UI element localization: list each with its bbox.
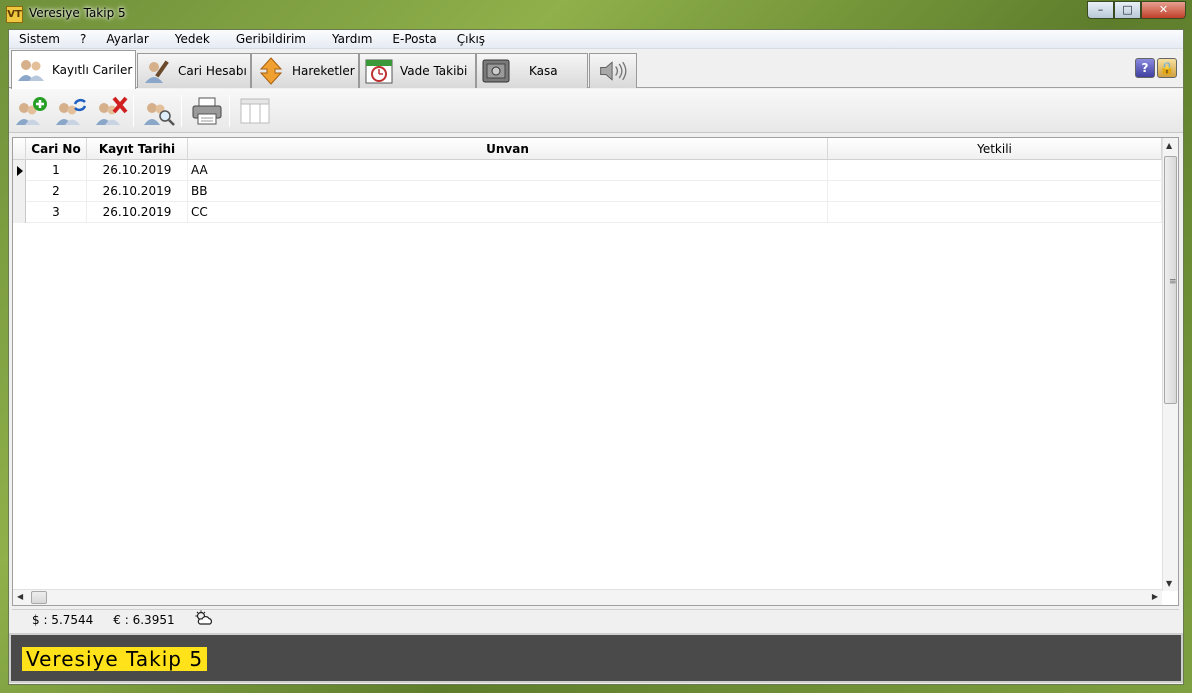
row-indicator-header	[13, 138, 26, 160]
vertical-scroll-thumb[interactable]: ≡	[1164, 156, 1177, 404]
horizontal-scroll-thumb[interactable]	[31, 591, 47, 604]
row-indicator	[13, 160, 26, 181]
menu-ayarlar[interactable]: Ayarlar	[96, 30, 158, 48]
status-bar: $ : 5.7544 € : 6.3951	[12, 609, 1179, 629]
main-window: VT Veresiye Takip 5 – □ ✕ Sistem ? Ayarl…	[0, 0, 1192, 693]
usd-rate: $ : 5.7544	[32, 612, 94, 627]
cell-unvan[interactable]: BB	[188, 181, 828, 202]
title-bar[interactable]: VT Veresiye Takip 5 – □ ✕	[0, 0, 1192, 29]
scroll-down-icon[interactable]: ▼	[1166, 579, 1172, 588]
pen-user-icon	[142, 57, 172, 85]
tab-speaker[interactable]	[589, 53, 637, 88]
row-indicator	[13, 181, 26, 202]
footer-banner: Veresiye Takip 5	[9, 633, 1183, 683]
menu-yardim[interactable]: Yardım	[316, 30, 382, 48]
cell-yetkili[interactable]	[828, 160, 1162, 181]
add-customer-button[interactable]	[13, 94, 49, 128]
eur-rate: € : 6.3951	[113, 612, 175, 627]
columns-button[interactable]	[237, 94, 273, 128]
tab-label: Vade Takibi	[400, 64, 468, 78]
toolbar-separator	[229, 95, 230, 127]
table-row[interactable]: 2 26.10.2019 BB	[13, 181, 1162, 202]
printer-icon	[192, 97, 222, 125]
tab-label: Hareketler	[292, 64, 355, 78]
users-icon	[16, 56, 46, 84]
menu-bar: Sistem ? Ayarlar Yedek Geribildirim Yard…	[9, 30, 1183, 49]
tab-bar: Kayıtlı Cariler Cari Hesabı Hareketler V…	[9, 50, 1183, 89]
delete-customer-button[interactable]	[93, 94, 129, 128]
menu-cikis[interactable]: Çıkış	[447, 30, 495, 48]
row-indicator	[13, 202, 26, 223]
banner-title: Veresiye Takip 5	[22, 647, 208, 671]
toolbar-separator	[181, 95, 182, 127]
table-row[interactable]: 1 26.10.2019 AA	[13, 160, 1162, 181]
close-button[interactable]: ✕	[1141, 1, 1186, 19]
tab-label: Kasa	[529, 64, 558, 78]
cell-cari-no[interactable]: 2	[26, 181, 87, 202]
delete-user-icon	[96, 96, 128, 125]
column-header-kayit-tarihi[interactable]: Kayıt Tarihi	[87, 138, 188, 160]
minimize-button[interactable]: –	[1087, 1, 1114, 19]
weather-icon[interactable]	[175, 610, 213, 630]
toolbar-separator	[133, 95, 134, 127]
maximize-button[interactable]: □	[1114, 1, 1141, 19]
print-button[interactable]	[189, 94, 225, 128]
cell-unvan[interactable]: AA	[188, 160, 828, 181]
app-icon: VT	[6, 6, 23, 23]
column-header-cari-no[interactable]: Cari No	[26, 138, 87, 160]
tab-label: Kayıtlı Cariler	[52, 63, 133, 77]
client-area: Sistem ? Ayarlar Yedek Geribildirim Yard…	[8, 29, 1184, 685]
window-title: Veresiye Takip 5	[29, 6, 126, 20]
lock-icon[interactable]: 🔒	[1157, 58, 1177, 78]
tab-hareketler[interactable]: Hareketler	[251, 53, 359, 88]
tab-kayitli-cariler[interactable]: Kayıtlı Cariler	[11, 50, 136, 89]
horizontal-scrollbar[interactable]: ◀ ▶	[13, 589, 1162, 605]
grip-icon: ≡	[1169, 277, 1177, 287]
add-user-icon	[16, 97, 47, 125]
refresh-user-icon	[56, 98, 87, 125]
tab-cari-hesabi[interactable]: Cari Hesabı	[137, 53, 251, 88]
search-customer-button[interactable]	[141, 94, 177, 128]
menu-geribildirim[interactable]: Geribildirim	[220, 30, 316, 48]
cell-kayit-tarihi[interactable]: 26.10.2019	[87, 181, 188, 202]
help-icon[interactable]: ?	[1135, 58, 1155, 78]
cell-kayit-tarihi[interactable]: 26.10.2019	[87, 160, 188, 181]
cell-unvan[interactable]: CC	[188, 202, 828, 223]
update-customer-button[interactable]	[53, 94, 89, 128]
menu-eposta[interactable]: E-Posta	[382, 30, 446, 48]
customer-grid[interactable]: Cari No Kayıt Tarihi Unvan Yetkili 1 26.…	[12, 137, 1179, 606]
menu-yedek[interactable]: Yedek	[159, 30, 220, 48]
menu-sistem[interactable]: Sistem	[9, 30, 70, 48]
toolbar	[9, 89, 1183, 133]
up-down-arrows-icon	[256, 57, 286, 85]
menu-question[interactable]: ?	[70, 30, 96, 48]
tab-kasa[interactable]: Kasa	[476, 53, 588, 88]
scroll-up-icon[interactable]: ▲	[1166, 141, 1172, 150]
column-header-unvan[interactable]: Unvan	[188, 138, 828, 160]
calendar-clock-icon	[364, 57, 394, 85]
safe-icon	[481, 57, 511, 85]
scroll-left-icon[interactable]: ◀	[17, 592, 23, 601]
grid-header: Cari No Kayıt Tarihi Unvan Yetkili	[13, 138, 1162, 160]
column-header-yetkili[interactable]: Yetkili	[828, 138, 1162, 160]
cell-kayit-tarihi[interactable]: 26.10.2019	[87, 202, 188, 223]
current-row-arrow-icon	[17, 166, 23, 176]
table-row[interactable]: 3 26.10.2019 CC	[13, 202, 1162, 223]
search-user-icon	[144, 103, 175, 126]
cell-yetkili[interactable]	[828, 202, 1162, 223]
vertical-scrollbar[interactable]: ▲ ≡ ▼	[1162, 138, 1178, 591]
scroll-right-icon[interactable]: ▶	[1152, 592, 1158, 601]
tab-label: Cari Hesabı	[178, 64, 247, 78]
cell-cari-no[interactable]: 1	[26, 160, 87, 181]
speaker-icon	[598, 57, 628, 85]
cell-cari-no[interactable]: 3	[26, 202, 87, 223]
columns-icon	[240, 98, 270, 124]
cell-yetkili[interactable]	[828, 181, 1162, 202]
tab-vade-takibi[interactable]: Vade Takibi	[359, 53, 476, 88]
